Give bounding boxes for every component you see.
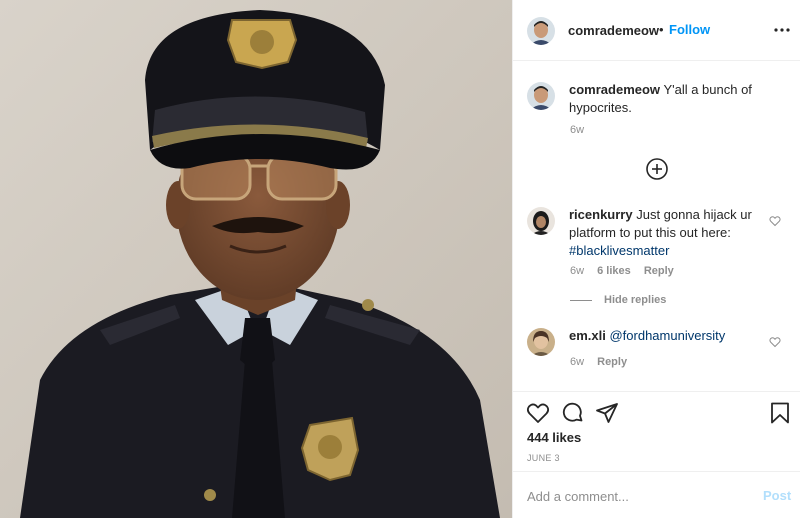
hide-replies-button[interactable]: Hide replies bbox=[570, 294, 666, 306]
like-heart-icon[interactable] bbox=[526, 401, 550, 425]
comment-meta: 6w Reply bbox=[570, 356, 637, 368]
post-details-panel: comrademeow • Follow comrademeow Y'all a… bbox=[512, 0, 800, 518]
caption-comment: comrademeow Y'all a bunch of hypocrites. bbox=[569, 81, 765, 117]
comments-section: comrademeow Y'all a bunch of hypocrites.… bbox=[513, 61, 800, 391]
comment: em.xli @fordhamuniversity bbox=[569, 327, 765, 345]
avatar[interactable] bbox=[527, 17, 555, 45]
divider bbox=[570, 299, 592, 301]
add-comment-bar: Post bbox=[513, 471, 800, 518]
comment-meta: 6w 6 likes Reply bbox=[570, 265, 684, 277]
avatar[interactable] bbox=[527, 328, 555, 356]
comment-likes-count[interactable]: 6 likes bbox=[597, 265, 631, 277]
post-actions: 444 likes JUNE 3 bbox=[513, 391, 800, 471]
likes-count[interactable]: 444 likes bbox=[527, 430, 581, 445]
comment-time[interactable]: 6w bbox=[570, 124, 584, 136]
add-comment-input[interactable] bbox=[527, 487, 747, 505]
post-date[interactable]: JUNE 3 bbox=[527, 453, 560, 463]
load-more-comments-icon[interactable] bbox=[645, 157, 669, 181]
post-header: comrademeow • Follow bbox=[513, 0, 800, 61]
comment-username[interactable]: em.xli bbox=[569, 328, 606, 343]
follow-button[interactable]: Follow bbox=[669, 22, 710, 37]
hide-replies-label: Hide replies bbox=[604, 294, 667, 306]
comment: ricenkurry Just gonna hijack ur platform… bbox=[569, 206, 765, 260]
mention-link[interactable]: @fordhamuniversity bbox=[609, 328, 725, 343]
separator-dot: • bbox=[659, 22, 664, 37]
more-options-icon[interactable] bbox=[773, 20, 791, 40]
comment-bubble-icon[interactable] bbox=[561, 401, 585, 425]
comment-username[interactable]: comrademeow bbox=[569, 82, 660, 97]
comment-time[interactable]: 6w bbox=[570, 265, 584, 277]
reply-button[interactable]: Reply bbox=[644, 265, 674, 277]
save-bookmark-icon[interactable] bbox=[768, 401, 792, 425]
avatar[interactable] bbox=[527, 82, 555, 110]
share-paper-plane-icon[interactable] bbox=[595, 401, 619, 425]
reply-button[interactable]: Reply bbox=[597, 356, 627, 368]
comment-username[interactable]: ricenkurry bbox=[569, 207, 633, 222]
comment-meta: 6w bbox=[570, 124, 594, 136]
post-photo[interactable] bbox=[0, 0, 512, 518]
post-comment-button[interactable]: Post bbox=[763, 488, 791, 503]
post-author-username[interactable]: comrademeow bbox=[568, 23, 659, 38]
like-comment-heart-icon[interactable] bbox=[769, 214, 781, 227]
police-officer-portrait-image bbox=[0, 0, 512, 518]
hashtag-link[interactable]: #blacklivesmatter bbox=[569, 243, 669, 258]
comment-time[interactable]: 6w bbox=[570, 356, 584, 368]
avatar[interactable] bbox=[527, 207, 555, 235]
like-comment-heart-icon[interactable] bbox=[769, 335, 781, 348]
